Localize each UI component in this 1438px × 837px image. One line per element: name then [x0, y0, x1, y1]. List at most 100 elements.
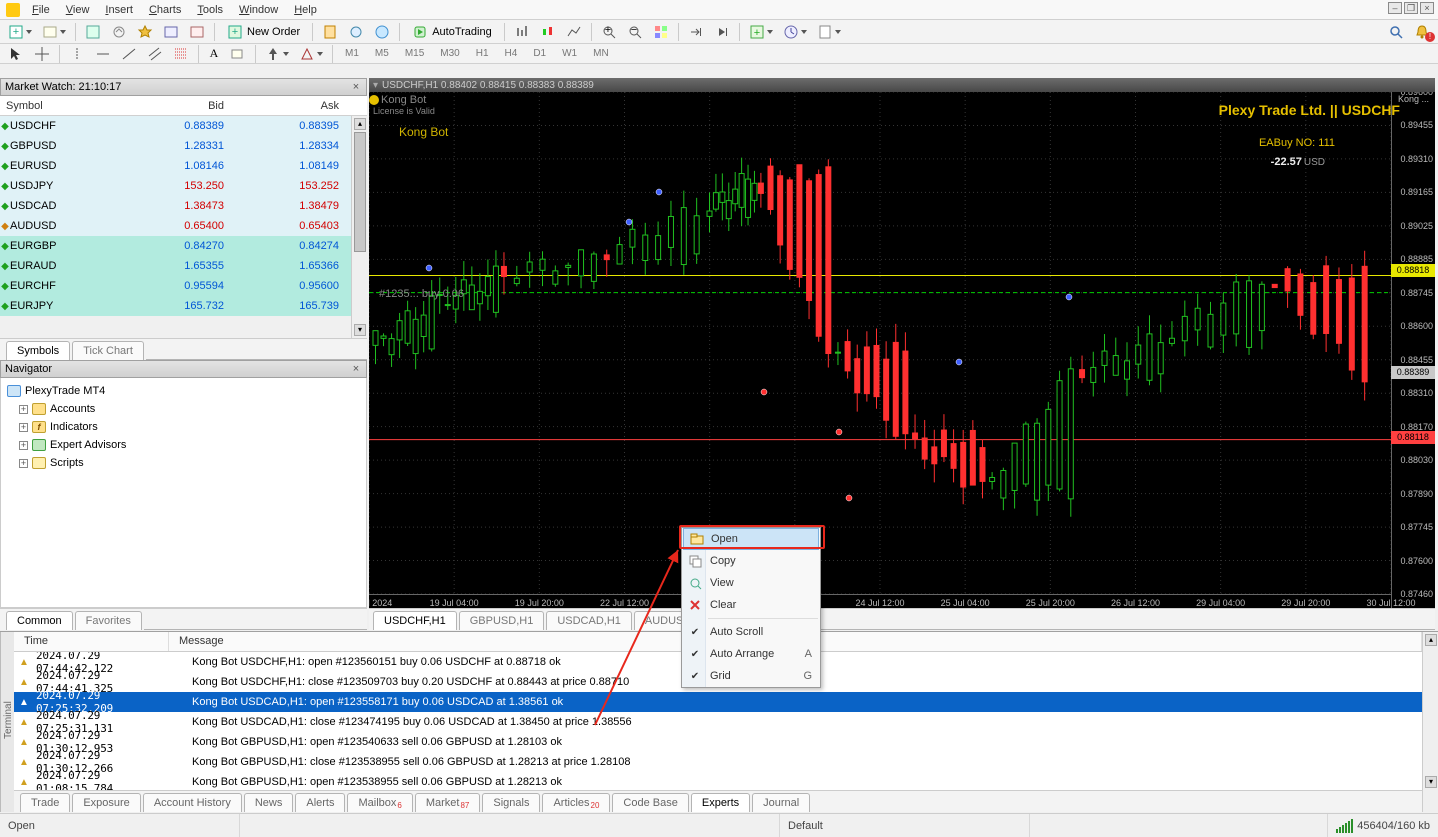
- market-watch-row[interactable]: ◆EURJPY165.732165.739: [0, 296, 351, 316]
- market-watch-row[interactable]: ◆USDCHF0.883890.88395: [0, 116, 351, 136]
- crosshair-tool[interactable]: [30, 44, 54, 64]
- minimize-button[interactable]: –: [1388, 2, 1402, 14]
- menu-file[interactable]: File: [24, 2, 58, 18]
- chart-tab-2[interactable]: USDCAD,H1: [546, 611, 632, 630]
- timeframe-m15[interactable]: M15: [398, 44, 431, 64]
- shapes-tool[interactable]: [295, 44, 327, 64]
- trendline-tool[interactable]: [117, 44, 141, 64]
- ctx-clear[interactable]: Clear: [682, 594, 820, 616]
- nav-root[interactable]: PlexyTrade MT4: [7, 382, 360, 400]
- terminal-tab[interactable]: Market87: [415, 793, 481, 812]
- terminal-tab[interactable]: Articles20: [542, 793, 610, 812]
- scrollbar-down-button[interactable]: ▾: [1425, 776, 1437, 788]
- vline-tool[interactable]: [65, 44, 89, 64]
- marketwatch-toggle[interactable]: [81, 22, 105, 42]
- scrollbar-up-button[interactable]: ▴: [1425, 634, 1437, 646]
- navigator-close-button[interactable]: ×: [350, 363, 362, 375]
- new-chart-button[interactable]: +: [4, 22, 36, 42]
- periodicity-button[interactable]: [779, 22, 811, 42]
- terminal-tab[interactable]: Journal: [752, 793, 810, 812]
- new-order-button[interactable]: +New Order: [220, 22, 307, 42]
- ctx-grid[interactable]: ✔GridG: [682, 665, 820, 687]
- cursor-tool[interactable]: [4, 44, 28, 64]
- market-watch-row[interactable]: ◆USDJPY153.250153.252: [0, 176, 351, 196]
- zoom-out-button[interactable]: −: [623, 22, 647, 42]
- hline-tool[interactable]: [91, 44, 115, 64]
- zoom-in-button[interactable]: +: [597, 22, 621, 42]
- menu-insert[interactable]: Insert: [97, 2, 141, 18]
- scrollbar-thumb[interactable]: [354, 132, 366, 252]
- expand-icon[interactable]: +: [19, 405, 28, 414]
- menu-view[interactable]: View: [58, 2, 98, 18]
- maximize-button[interactable]: ❐: [1404, 2, 1418, 14]
- terminal-tab[interactable]: Account History: [143, 793, 242, 812]
- timeframe-h1[interactable]: H1: [469, 44, 496, 64]
- market-watch-row[interactable]: ◆EURGBP0.842700.84274: [0, 236, 351, 256]
- terminal-row[interactable]: ▲2024.07.29 01:30:12.266Kong Bot GBPUSD,…: [14, 752, 1422, 772]
- terminal-tab[interactable]: Alerts: [295, 793, 345, 812]
- scrollbar-up-button[interactable]: ▴: [354, 118, 366, 130]
- expand-icon[interactable]: +: [19, 459, 28, 468]
- indicators-menu-button[interactable]: +: [745, 22, 777, 42]
- terminal-tab[interactable]: Trade: [20, 793, 70, 812]
- profiles-button[interactable]: [38, 22, 70, 42]
- autoscroll-chart-button[interactable]: [710, 22, 734, 42]
- scrollbar-down-button[interactable]: ▾: [354, 324, 366, 336]
- nav-expert-advisors[interactable]: +Expert Advisors: [7, 436, 360, 454]
- chart-tab-0[interactable]: USDCHF,H1: [373, 611, 457, 630]
- menu-charts[interactable]: Charts: [141, 2, 189, 18]
- dataview-toggle[interactable]: [133, 22, 157, 42]
- navigator-toggle[interactable]: [107, 22, 131, 42]
- search-button[interactable]: [1384, 22, 1408, 42]
- tile-windows-button[interactable]: [649, 22, 673, 42]
- menu-window[interactable]: Window: [231, 2, 286, 18]
- mw-header-symbol[interactable]: Symbol: [0, 98, 115, 114]
- timeframe-m30[interactable]: M30: [433, 44, 466, 64]
- chart-restore-icon[interactable]: ▾: [373, 80, 378, 91]
- timeframe-h4[interactable]: H4: [498, 44, 525, 64]
- menu-help[interactable]: Help: [286, 2, 325, 18]
- fibo-tool[interactable]: [169, 44, 193, 64]
- shift-chart-button[interactable]: [684, 22, 708, 42]
- expand-icon[interactable]: +: [19, 423, 28, 432]
- market-watch-row[interactable]: ◆EURUSD1.081461.08149: [0, 156, 351, 176]
- market-watch-row[interactable]: ◆GBPUSD1.283311.28334: [0, 136, 351, 156]
- market-watch-row[interactable]: ◆USDCAD1.384731.38479: [0, 196, 351, 216]
- timeframe-m5[interactable]: M5: [368, 44, 396, 64]
- terminal-row[interactable]: ▲2024.07.29 07:25:31.131Kong Bot USDCAD,…: [14, 712, 1422, 732]
- timeframe-m1[interactable]: M1: [338, 44, 366, 64]
- close-button[interactable]: ×: [1420, 2, 1434, 14]
- market-watch-row[interactable]: ◆AUDUSD0.654000.65403: [0, 216, 351, 236]
- timeframe-d1[interactable]: D1: [526, 44, 553, 64]
- terminal-tab[interactable]: Code Base: [612, 793, 688, 812]
- market-button[interactable]: [370, 22, 394, 42]
- line-chart-button[interactable]: [562, 22, 586, 42]
- ctx-auto-arrange[interactable]: ✔Auto ArrangeA: [682, 643, 820, 665]
- ctx-copy[interactable]: Copy: [682, 550, 820, 572]
- label-tool[interactable]: [226, 44, 250, 64]
- ctx-auto-scroll[interactable]: ✔Auto Scroll: [682, 621, 820, 643]
- chart-canvas[interactable]: #1235... buy 0.06 Kong Bot Kong ... Lice…: [369, 92, 1435, 608]
- strategy-tester-toggle[interactable]: [185, 22, 209, 42]
- mw-header-bid[interactable]: Bid: [115, 98, 230, 114]
- terminal-row[interactable]: ▲2024.07.29 07:25:32.209Kong Bot USDCAD,…: [14, 692, 1422, 712]
- nav-scripts[interactable]: +Scripts: [7, 454, 360, 472]
- terminal-tab[interactable]: News: [244, 793, 294, 812]
- templates-button[interactable]: [813, 22, 845, 42]
- nav-tab-common[interactable]: Common: [6, 611, 73, 630]
- timeframe-w1[interactable]: W1: [555, 44, 584, 64]
- marketwatch-scrollbar[interactable]: ▴ ▾: [351, 116, 367, 338]
- terminal-row[interactable]: ▲2024.07.29 01:30:12.953Kong Bot GBPUSD,…: [14, 732, 1422, 752]
- options-button[interactable]: [344, 22, 368, 42]
- market-watch-row[interactable]: ◆EURCHF0.955940.95600: [0, 276, 351, 296]
- terminal-tab[interactable]: Signals: [482, 793, 540, 812]
- bar-chart-button[interactable]: [510, 22, 534, 42]
- ctx-view[interactable]: View: [682, 572, 820, 594]
- text-tool[interactable]: A: [204, 44, 224, 64]
- marketwatch-close-button[interactable]: ×: [350, 81, 362, 93]
- terminal-toggle[interactable]: [159, 22, 183, 42]
- terminal-tab[interactable]: Mailbox6: [347, 793, 412, 812]
- terminal-tab[interactable]: Experts: [691, 793, 750, 812]
- nav-accounts[interactable]: +Accounts: [7, 400, 360, 418]
- market-watch-row[interactable]: ◆EURAUD1.653551.65366: [0, 256, 351, 276]
